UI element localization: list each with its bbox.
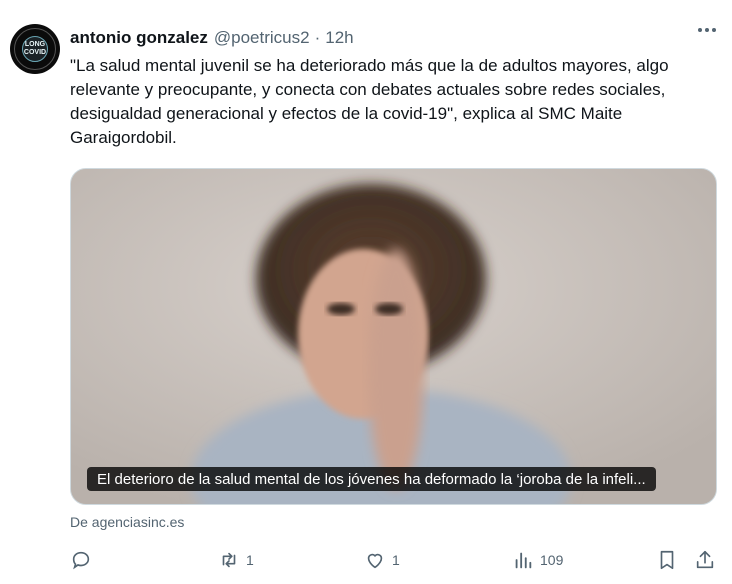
views-count: 109: [540, 552, 564, 568]
card-caption: El deterioro de la salud mental de los j…: [87, 467, 656, 491]
bookmark-button[interactable]: [656, 542, 678, 578]
views-chart-icon: [515, 552, 532, 569]
long-covid-logo-icon: LONG COVID: [22, 36, 48, 62]
tweet-text: "La salud mental juvenil se ha deteriora…: [70, 56, 669, 147]
avatar-logo-line-2: COVID: [23, 49, 47, 56]
action-bar: 1 1 109: [0, 542, 732, 578]
heart-icon: [367, 553, 383, 569]
avatar-logo-line-1: LONG: [24, 41, 46, 48]
like-button[interactable]: 1: [364, 542, 400, 578]
author-handle[interactable]: @poetricus2: [214, 28, 310, 48]
retweet-count: 1: [246, 552, 254, 568]
card-source[interactable]: De agenciasinc.es: [70, 514, 184, 530]
more-options-icon[interactable]: [698, 28, 716, 32]
like-count: 1: [392, 552, 400, 568]
reply-icon: [72, 551, 90, 570]
bookmark-icon: [660, 550, 674, 570]
retweet-button[interactable]: 1: [218, 542, 254, 578]
reply-button[interactable]: [70, 542, 98, 578]
share-icon: [696, 550, 714, 569]
separator: ·: [314, 28, 321, 47]
tweet: LONG COVID antonio gonzalez @poetricus2 …: [0, 0, 732, 584]
retweet-icon: [222, 552, 236, 568]
article-photo: [71, 169, 716, 504]
author-name[interactable]: antonio gonzalez: [70, 28, 208, 48]
avatar[interactable]: LONG COVID: [10, 24, 60, 74]
share-button[interactable]: [694, 542, 716, 578]
tweet-header: antonio gonzalez @poetricus2 · 12h: [70, 26, 354, 50]
timestamp[interactable]: 12h: [325, 28, 353, 48]
link-card[interactable]: El deterioro de la salud mental de los j…: [70, 168, 717, 505]
views-button[interactable]: 109: [512, 542, 563, 578]
